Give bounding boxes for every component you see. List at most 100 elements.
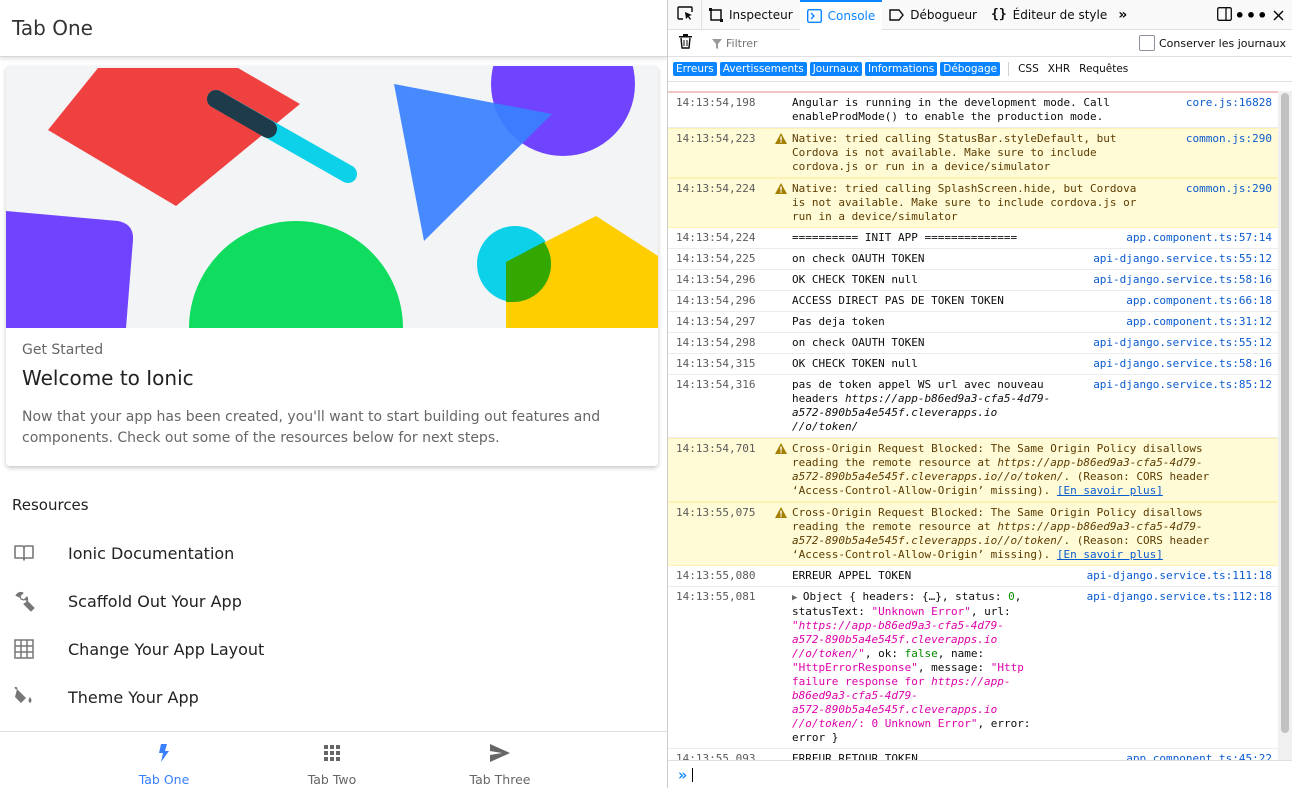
ellipsis-icon: ••• (1234, 5, 1269, 25)
message-text: ERREUR APPEL TOKEN (792, 569, 912, 582)
book-icon (12, 541, 36, 565)
card-text: Now that your app has been created, you'… (22, 409, 601, 446)
console-input[interactable]: » (668, 760, 1292, 788)
filter-info-button[interactable]: Informations (864, 62, 938, 76)
tab-two[interactable]: Tab Two (272, 732, 392, 788)
message-text: on check OAUTH TOKEN (792, 336, 925, 349)
prompt-icon: » (678, 765, 688, 784)
message-text: OK CHECK TOKEN null (792, 357, 918, 370)
message-text: ========== INIT APP ============== (792, 231, 1018, 244)
devtools-panel: Inspecteur Console Débogueur {} Éditeur … (667, 0, 1292, 788)
message-source-link[interactable]: common.js:290 (1176, 182, 1279, 224)
message-timestamp: 14:13:54,223 (676, 132, 756, 145)
learn-more-link[interactable]: [En savoir plus] (1057, 548, 1163, 561)
more-tabs-button[interactable]: » (1114, 0, 1131, 30)
message-source-link[interactable]: app.component.ts:66:18 (1116, 294, 1279, 308)
message-timestamp: 14:13:55,075 (676, 506, 756, 519)
message-source-link[interactable]: api-django.service.ts:58:16 (1083, 357, 1279, 371)
tab-label: Débogueur (910, 7, 977, 22)
console-message: 14:13:55,080 ERREUR APPEL TOKEN api-djan… (668, 566, 1279, 587)
message-timestamp: 14:13:55,093 (676, 752, 756, 760)
resource-item-documentation[interactable]: Ionic Documentation (0, 529, 667, 577)
message-source-link[interactable]: api-django.service.ts:85:12 (1083, 378, 1279, 434)
console-level-filters: Erreurs Avertissements Journaux Informat… (668, 57, 1292, 82)
tab-label: Console (827, 8, 876, 23)
message-timestamp: 14:13:54,296 (676, 294, 756, 307)
message-text: OK CHECK TOKEN null (792, 273, 918, 286)
filter-input[interactable] (726, 36, 926, 50)
filter-errors-button[interactable]: Erreurs (673, 62, 717, 76)
console-message: 14:13:54,316 pas de token appel WS url a… (668, 375, 1279, 438)
warning-icon (770, 132, 792, 174)
console-output: 14:13:54,198 Angular is running in the d… (668, 91, 1279, 760)
console-message: 14:13:54,298 on check OAUTH TOKEN api-dj… (668, 333, 1279, 354)
message-source-link[interactable]: api-django.service.ts:112:18 (1077, 590, 1279, 745)
message-source-link[interactable]: api-django.service.ts:58:16 (1083, 273, 1279, 287)
tab-one[interactable]: Tab One (104, 732, 224, 788)
resource-item-theme[interactable]: Theme Your App (0, 673, 667, 721)
filter-warnings-button[interactable]: Avertissements (719, 62, 807, 76)
console-scrollbar[interactable] (1278, 91, 1292, 760)
object-preview[interactable]: ▶ Object { headers: {…}, status: 0, stat… (792, 590, 1077, 745)
tab-three[interactable]: Tab Three (440, 732, 560, 788)
message-source-link[interactable]: common.js:290 (1176, 132, 1279, 174)
console-message: 14:13:54,198 Angular is running in the d… (668, 93, 1279, 128)
style-editor-icon: {} (991, 7, 1007, 22)
persist-logs-checkbox[interactable] (1138, 35, 1155, 51)
message-source-link[interactable]: api-django.service.ts:55:12 (1083, 252, 1279, 266)
message-source-link[interactable]: app.component.ts:31:12 (1116, 315, 1279, 329)
message-source-link[interactable]: app.component.ts:57:14 (1116, 231, 1279, 245)
element-picker-icon (676, 5, 693, 25)
send-icon (489, 742, 511, 764)
console-warning: 14:13:54,223 Native: tried calling Statu… (668, 128, 1279, 178)
resource-item-scaffold[interactable]: Scaffold Out Your App (0, 577, 667, 625)
message-timestamp: 14:13:54,224 (676, 231, 756, 244)
tab-style-editor[interactable]: {} Éditeur de style (984, 0, 1114, 30)
message-text: Angular is running in the development mo… (792, 96, 1110, 123)
page-title: Tab One (12, 16, 93, 40)
more-options-button[interactable]: ••• (1235, 0, 1268, 30)
console-object-message: 14:13:55,081 ▶ Object { headers: {…}, st… (668, 587, 1279, 749)
element-picker-button[interactable] (668, 0, 702, 30)
message-text: ACCESS DIRECT PAS DE TOKEN TOKEN (792, 294, 1004, 307)
message-timestamp: 14:13:54,297 (676, 315, 756, 328)
tab-debugger[interactable]: Débogueur (882, 0, 984, 30)
learn-more-link[interactable]: [En savoir plus] (1057, 484, 1163, 497)
message-source-link[interactable]: api-django.service.ts:111:18 (1077, 569, 1279, 583)
message-timestamp: 14:13:54,298 (676, 336, 756, 349)
tab-console[interactable]: Console (799, 0, 883, 30)
filter-css-button[interactable]: CSS (1015, 62, 1042, 76)
devtools-toolbar: Inspecteur Console Débogueur {} Éditeur … (668, 0, 1292, 30)
message-text: Native: tried calling StatusBar.styleDef… (792, 132, 1117, 173)
filter-debug-button[interactable]: Débogage (940, 62, 1001, 76)
expand-triangle-icon[interactable]: ▶ (792, 593, 803, 603)
message-timestamp: 14:13:54,225 (676, 252, 756, 265)
card-hero-illustration (6, 66, 658, 328)
app-header: Tab One (0, 0, 667, 57)
message-timestamp: 14:13:54,198 (676, 96, 756, 109)
console-message: 14:13:54,297 Pas deja token app.componen… (668, 312, 1279, 333)
tab-label: Inspecteur (729, 7, 793, 22)
scrollbar-thumb[interactable] (1281, 93, 1289, 733)
ionic-app: Tab One Get Started Welcome to Ionic Now… (0, 0, 667, 788)
resource-item-layout[interactable]: Change Your App Layout (0, 625, 667, 673)
message-timestamp: 14:13:54,296 (676, 273, 756, 286)
persist-logs-toggle[interactable]: Conserver les journaux (1138, 35, 1286, 51)
message-text: pas de token appel WS url avec nouveau h… (792, 378, 1051, 433)
color-fill-icon (12, 685, 36, 709)
message-source-link[interactable]: app.component.ts:45:22 (1116, 752, 1279, 760)
message-source-link[interactable]: api-django.service.ts:55:12 (1083, 336, 1279, 350)
clear-console-button[interactable] (668, 33, 702, 53)
close-devtools-button[interactable] (1265, 0, 1292, 30)
grid-icon (12, 637, 36, 661)
filter-requests-button[interactable]: Requêtes (1076, 62, 1131, 76)
console-warning: 14:13:54,701 Cross-Origin Request Blocke… (668, 438, 1279, 502)
filter-xhr-button[interactable]: XHR (1045, 62, 1073, 76)
message-timestamp: 14:13:54,224 (676, 182, 756, 195)
message-source-link[interactable]: core.js:16828 (1176, 96, 1279, 124)
console-filter-bar: Conserver les journaux (668, 30, 1292, 57)
filter-logs-button[interactable]: Journaux (809, 62, 862, 76)
card-title: Welcome to Ionic (22, 366, 194, 390)
tab-label: Tab Three (469, 772, 531, 787)
tab-inspector[interactable]: Inspecteur (702, 0, 800, 30)
